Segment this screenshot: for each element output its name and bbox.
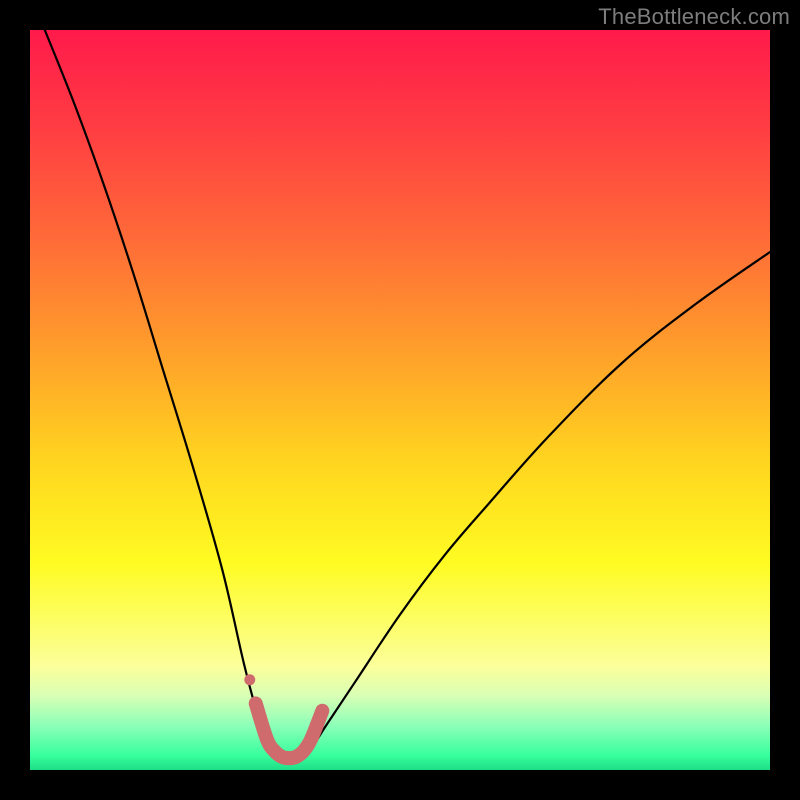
curve-line [45, 30, 770, 760]
chart-svg [30, 30, 770, 770]
trough-marker-path [256, 703, 323, 758]
chart-frame: TheBottleneck.com [0, 0, 800, 800]
bottleneck-curve-path [45, 30, 770, 760]
trough-marker-dot [244, 674, 255, 685]
watermark-text: TheBottleneck.com [598, 4, 790, 30]
curve-markers [244, 674, 322, 758]
plot-area [30, 30, 770, 770]
